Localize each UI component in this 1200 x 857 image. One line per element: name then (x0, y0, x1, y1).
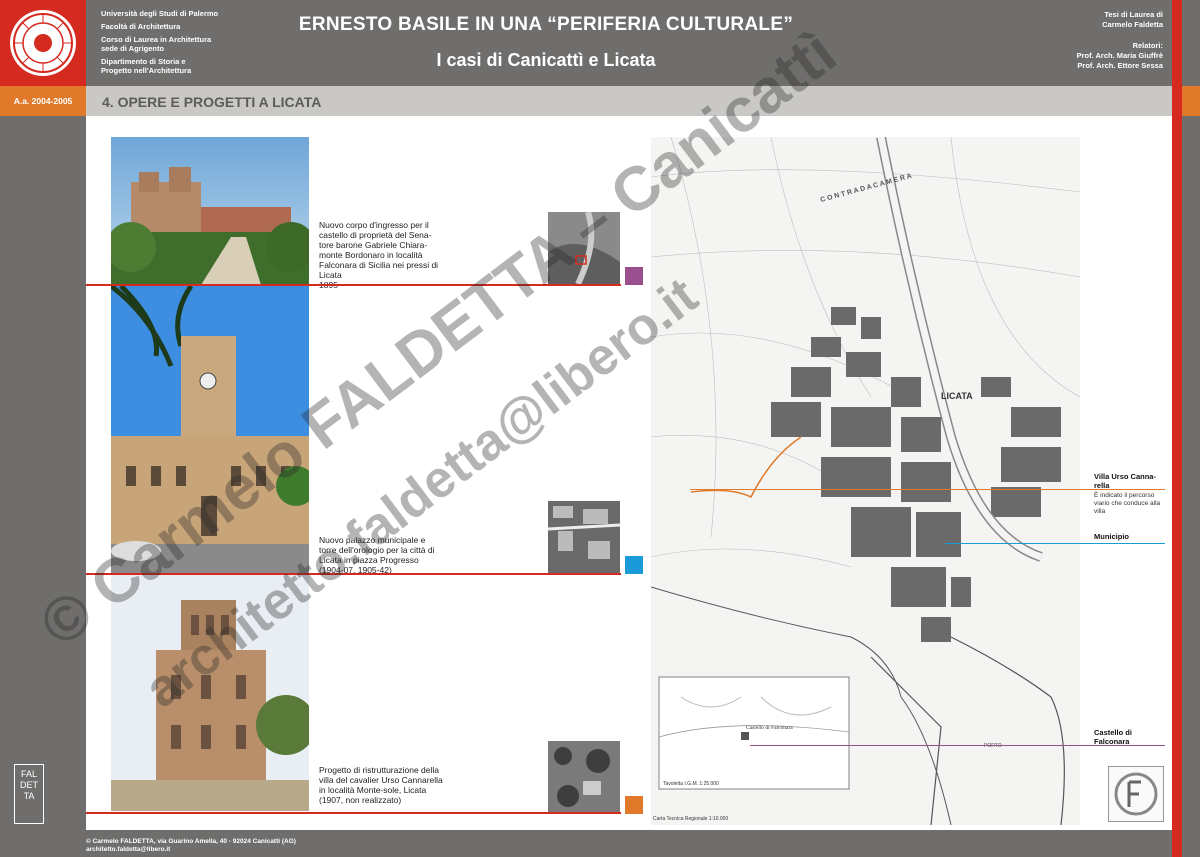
right-red-band (1172, 0, 1182, 857)
department-name: Dipartimento di Storia e Progetto nell'Ar… (101, 57, 192, 75)
map-porto-label: PORTO (984, 743, 1002, 749)
work-3-divider (86, 812, 621, 814)
footer-copyright: © Carmelo FALDETTA, via Guarino Amella, … (86, 838, 296, 845)
section-title: 4. OPERE E PROGETTI A LICATA (102, 94, 322, 110)
advisor-2: Prof. Arch. Ettore Sessa (1077, 61, 1163, 70)
work-1-aerial-thumb (548, 212, 620, 284)
municipio-locator-line (945, 543, 1165, 544)
footer: © Carmelo FALDETTA, via Guarino Amella, … (86, 838, 296, 854)
university-name: Università degli Studi di Palermo (101, 9, 219, 18)
work-2-aerial-thumb (548, 501, 620, 573)
poster: Università degli Studi di Palermo Facolt… (0, 0, 1200, 857)
map-inset: Castello di Falconara Tavoletta I.G.M. 1… (658, 676, 850, 790)
academic-year: A.a. 2004-2005 (0, 86, 86, 116)
orange-strip (1182, 86, 1200, 116)
header: Università degli Studi di Palermo Facolt… (86, 0, 1172, 86)
licata-map: LICATA C O N T R A D A C A M E R A PORTO… (651, 137, 1080, 825)
advisors-label: Relatori: (1132, 41, 1163, 50)
villa-photo (111, 575, 309, 811)
municipio-photo (111, 286, 309, 574)
poster-title: ERNESTO BASILE IN UNA “PERIFERIA CULTURA… (298, 14, 794, 35)
work-2-caption: Nuovo palazzo municipale e torre dell'or… (319, 535, 435, 575)
poster-subtitle: I casi di Canicattì e Licata (436, 50, 656, 70)
legend-villa-title: Villa Urso Canna-rella (1094, 472, 1156, 490)
author-monogram (1108, 766, 1164, 822)
advisor-1: Prof. Arch. Maria Giuffrè (1076, 51, 1163, 60)
inset-castle-label: Castello di Falconara (746, 725, 793, 731)
legend-castello: Castello di Falconara (1094, 728, 1132, 746)
legend-municipio: Municipio (1094, 532, 1129, 541)
legend-villa-note: È indicato il percorso viario che conduc… (1094, 492, 1161, 515)
castle-photo (111, 137, 309, 285)
faldetta-logo: FAL DET TA (14, 764, 44, 824)
work-1-caption: Nuovo corpo d'ingresso per il castello d… (319, 220, 439, 290)
work-2-color-swatch (625, 556, 643, 574)
university-seal (0, 0, 86, 86)
faculty-name: Facoltà di Architettura (101, 22, 181, 31)
map-city-label: LICATA (941, 391, 973, 401)
work-3-color-swatch (625, 796, 643, 814)
course-name: Corso di Laurea in Architettura sede di A… (101, 35, 212, 53)
thesis-info: Tesi di Laurea di Carmelo Faldetta Relat… (1077, 10, 1163, 71)
work-1-color-swatch (625, 267, 643, 285)
footer-email: architetto.faldetta@libero.it (86, 846, 171, 853)
work-3-caption: Progetto di ristrutturazione della villa… (319, 765, 443, 805)
work-3-aerial-thumb (548, 741, 620, 813)
inset-caption: Tavoletta I.G.M. 1:25.000 (663, 781, 719, 787)
right-grey-band (1182, 0, 1200, 857)
map-caption: Carta Tecnica Regionale 1:10.000 (653, 816, 728, 822)
section-bar: 4. OPERE E PROGETTI A LICATA (86, 86, 1172, 116)
thesis-label: Tesi di Laurea di (1104, 10, 1163, 19)
thesis-author: Carmelo Faldetta (1102, 20, 1163, 29)
seal-icon (10, 10, 76, 76)
institution-info: Università degli Studi di Palermo Facolt… (101, 9, 251, 79)
